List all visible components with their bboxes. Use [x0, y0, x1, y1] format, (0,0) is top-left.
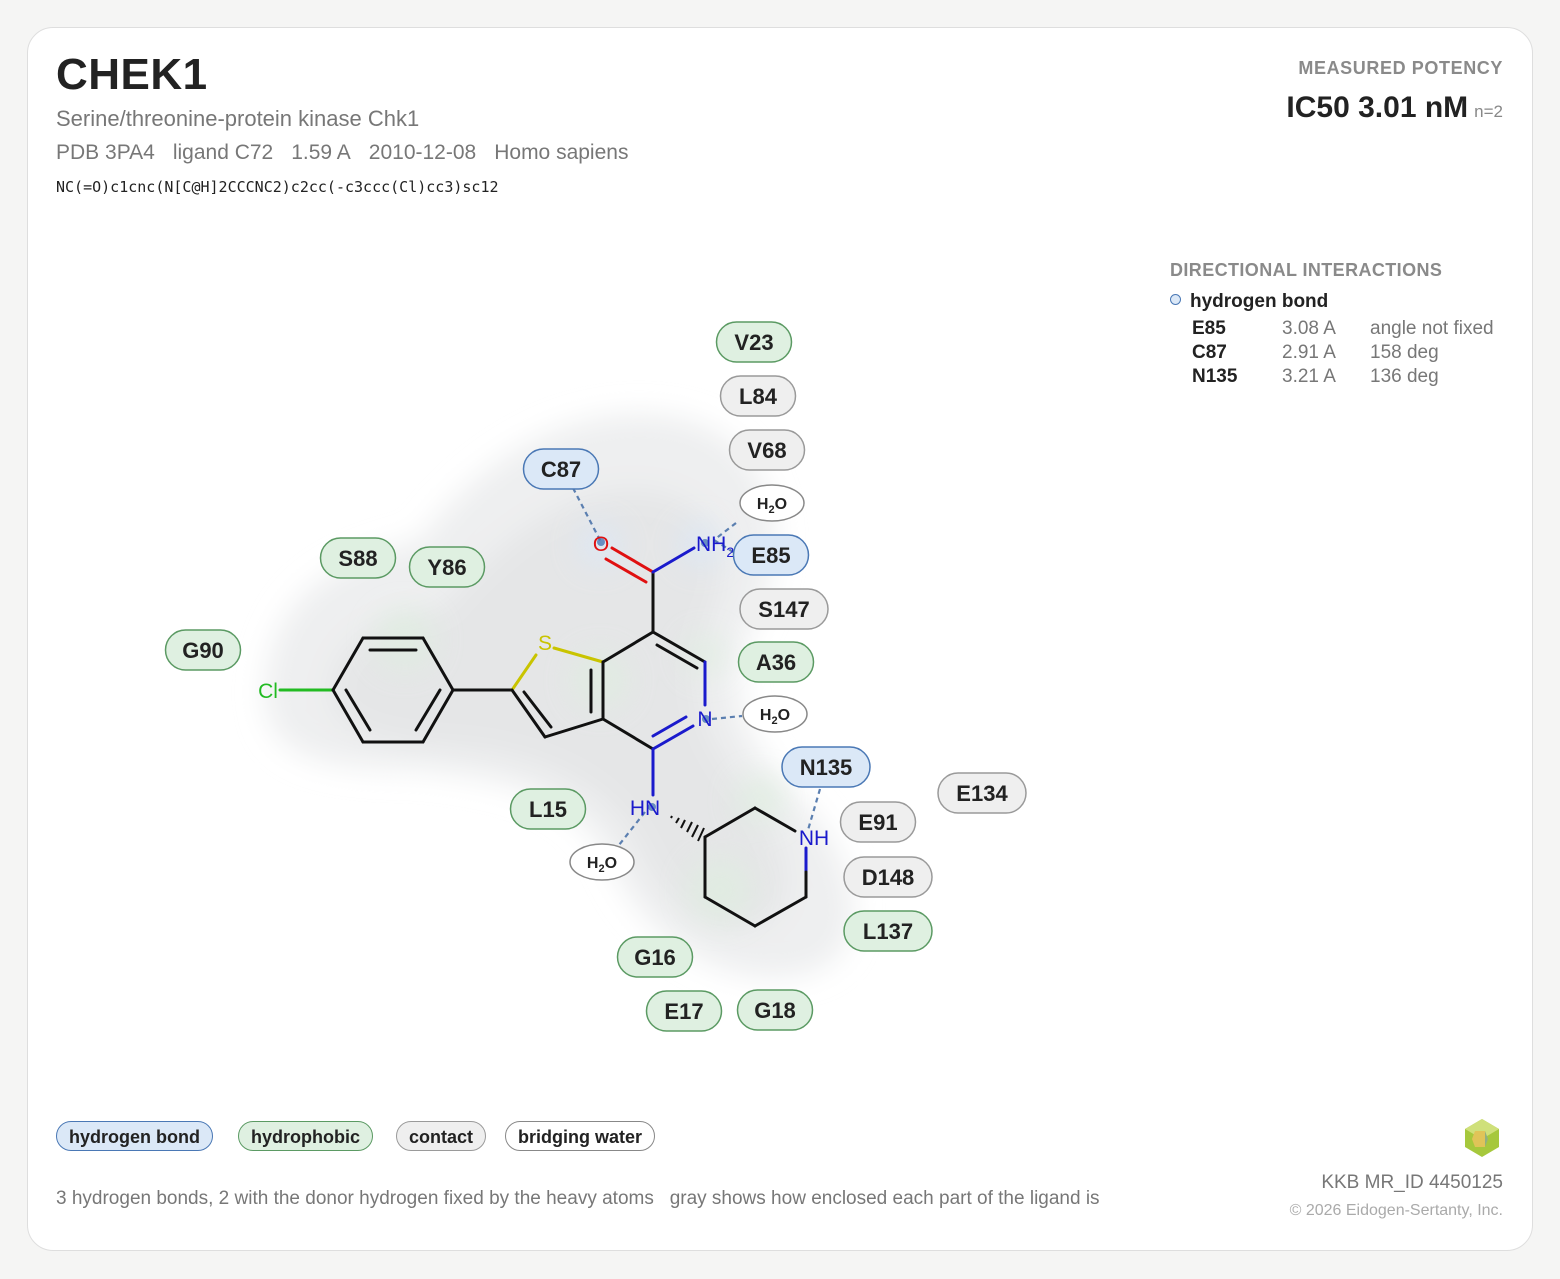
- residue-label: E85: [751, 543, 790, 568]
- chlorine-atom: Cl: [258, 680, 278, 703]
- residue-label: N135: [800, 755, 853, 780]
- footnote-enclosure: gray shows how enclosed each part of the…: [669, 1188, 1100, 1209]
- legend-bridging-water: bridging water: [505, 1121, 656, 1151]
- residue-l84: L84: [719, 375, 797, 417]
- legend-hydrogen-bond: hydrogen bond: [56, 1121, 213, 1151]
- sulfur-atom: S: [538, 632, 552, 655]
- legend-hydrophobic: hydrophobic: [238, 1121, 373, 1151]
- residue-d148: D148: [843, 856, 933, 898]
- residue-e134: E134: [937, 772, 1027, 814]
- mr-id: KKB MR_ID 4450125: [1321, 1172, 1503, 1193]
- water-middle: H2O: [742, 695, 808, 733]
- residue-n135: N135: [781, 746, 871, 788]
- residue-e17: E17: [645, 990, 723, 1032]
- residue-label: E134: [956, 781, 1008, 806]
- residue-s88: S88: [319, 537, 397, 579]
- residue-l137: L137: [843, 910, 933, 952]
- residue-label: L15: [529, 797, 567, 822]
- piperidine-nitrogen-atom: NH: [799, 827, 829, 850]
- eidogen-logo-icon: [1465, 1119, 1499, 1157]
- water-bottom: H2O: [569, 843, 635, 881]
- residue-label: L137: [863, 919, 913, 944]
- residue-e85: E85: [732, 534, 810, 576]
- residue-label: L84: [739, 384, 778, 409]
- residue-label: C87: [541, 457, 581, 482]
- residue-label: G18: [754, 998, 796, 1023]
- residue-label: E17: [664, 999, 703, 1024]
- residue-label: S147: [758, 597, 809, 622]
- copyright: © 2026 Eidogen-Sertanty, Inc.: [1289, 1202, 1503, 1219]
- residue-g90: G90: [164, 629, 242, 671]
- residue-label: D148: [862, 865, 915, 890]
- residue-label: V68: [747, 438, 786, 463]
- residue-g18: G18: [736, 989, 814, 1031]
- nh2-label: NH: [696, 533, 726, 556]
- amine-nitrogen-atom: HN: [630, 797, 660, 820]
- residue-y86: Y86: [408, 546, 486, 588]
- water-top: H2O: [739, 484, 805, 522]
- residue-label: E91: [858, 810, 897, 835]
- footnote-hbonds: 3 hydrogen bonds, 2 with the donor hydro…: [56, 1188, 654, 1209]
- residue-label: G16: [634, 945, 676, 970]
- oxygen-atom: O: [593, 533, 609, 556]
- residue-e91: E91: [839, 801, 917, 843]
- residue-l15: L15: [509, 788, 587, 830]
- residue-v23: V23: [715, 321, 793, 363]
- residue-g16: G16: [616, 936, 694, 978]
- legend-contact: contact: [396, 1121, 487, 1151]
- residue-label: S88: [338, 546, 377, 571]
- footnote: 3 hydrogen bonds, 2 with the donor hydro…: [56, 1188, 1100, 1210]
- residue-v68: V68: [728, 429, 806, 471]
- interaction-diagram: O NH2 N S Cl HN NH H2O H2O H2O V23L84V68…: [164, 321, 1027, 1032]
- residue-label: V23: [734, 330, 773, 355]
- residue-a36: A36: [737, 641, 815, 683]
- residue-c87: C87: [522, 448, 600, 490]
- residue-s147: S147: [739, 588, 829, 630]
- residue-label: A36: [756, 650, 796, 675]
- pyridine-nitrogen-atom: N: [697, 708, 712, 731]
- residue-label: G90: [182, 638, 224, 663]
- residue-label: Y86: [427, 555, 466, 580]
